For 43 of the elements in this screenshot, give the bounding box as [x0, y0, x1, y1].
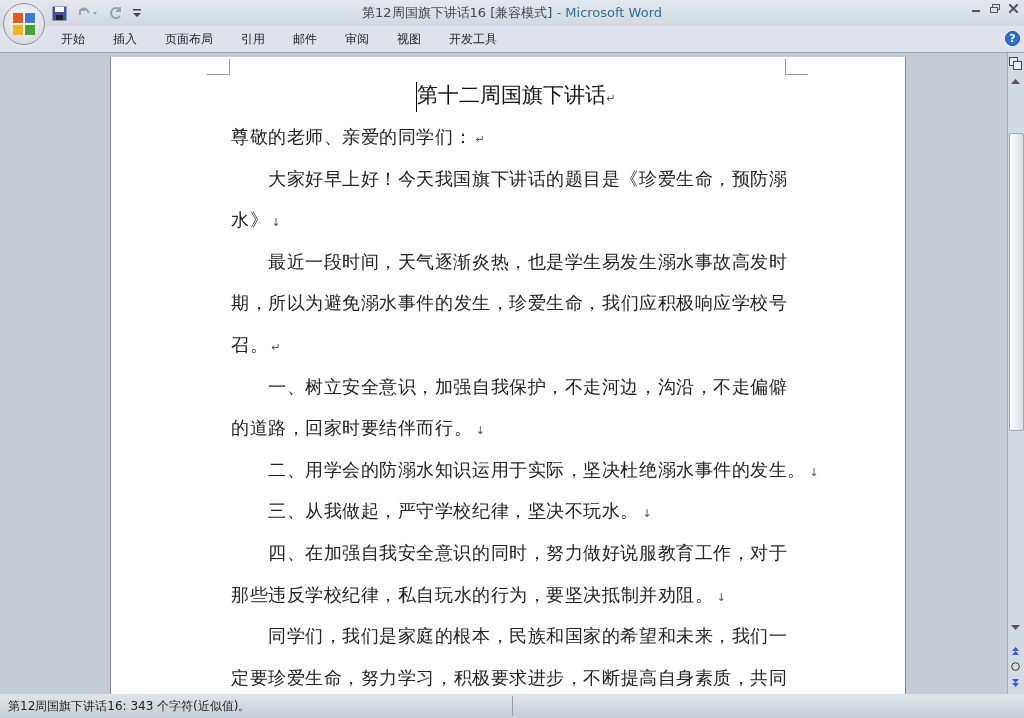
body-text-line: 一、树立安全意识，加强自我保护，不走河边，沟沿，不走偏僻 [267, 375, 788, 398]
body-text-line: 四、在加强自我安全意识的同时，努力做好说服教育工作，对于 [267, 541, 788, 564]
help-button[interactable]: ? [1005, 31, 1020, 46]
ribbon-tab[interactable]: 页面布局 [156, 27, 222, 51]
previous-page-icon[interactable] [1012, 647, 1019, 655]
save-icon[interactable] [52, 5, 67, 21]
status-text: 第12周国旗下讲话16: 343 个字符(近似值)。 [8, 699, 251, 713]
crop-mark [785, 59, 808, 75]
customize-toolbar-icon[interactable] [133, 9, 141, 17]
vertical-scrollbar[interactable] [1007, 53, 1024, 694]
body-text-line: 水》 ↓ [231, 209, 281, 231]
scrollbar-thumb[interactable] [1009, 133, 1024, 431]
body-text-line: 的道路，回家时要结伴而行。 ↓ [231, 417, 485, 439]
body-text-line: 那些违反学校纪律，私自玩水的行为，要坚决抵制并劝阻。 ↓ [231, 583, 727, 605]
scroll-up-icon[interactable] [1011, 79, 1020, 84]
body-text-line: 最近一段时间，天气逐渐炎热，也是学生易发生溺水事故高发时 [267, 250, 788, 273]
text-cursor [416, 82, 418, 112]
ribbon-tab[interactable]: 开发工具 [440, 27, 506, 51]
body-text-line: 三、从我做起，严守学校纪律，坚决不玩水。 ↓ [267, 500, 652, 524]
body-text-line: 尊敬的老师、亲爱的同学们： ↵ [231, 126, 485, 147]
ribbon-tab[interactable]: 审阅 [336, 27, 378, 51]
ribbon-tab[interactable]: 开始 [52, 27, 94, 51]
ribbon-tab[interactable]: 视图 [388, 27, 430, 51]
close-icon[interactable] [1009, 4, 1018, 13]
body-text-line: 召。 ↵ [231, 333, 281, 355]
window-title: 第12周国旗下讲话16 [兼容模式] - Microsoft Word [361, 5, 662, 20]
restore-icon[interactable] [990, 4, 1000, 13]
next-page-icon[interactable] [1012, 679, 1019, 687]
office-button[interactable] [3, 3, 45, 45]
ribbon-tab[interactable]: 插入 [104, 27, 146, 51]
body-text-line: 大家好早上好！今天我国旗下讲话的题目是《珍爱生命，预防溺 [267, 167, 788, 190]
browse-object-icon[interactable] [1011, 662, 1020, 671]
body-text-line: 期，所以为避免溺水事件的发生，珍爱生命，我们应积极响应学校号 [231, 292, 788, 314]
ruler-toggle-icon[interactable] [1009, 57, 1022, 70]
body-text-line: 定要珍爱生命，努力学习，积极要求进步，不断提高自身素质，共同 [231, 666, 788, 688]
office-logo-icon [12, 12, 36, 36]
document-title: 第十二周国旗下讲话↵ [417, 82, 616, 109]
body-text-line: 二、用学会的防溺水知识运用于实际，坚决杜绝溺水事件的发生。 ↓ [267, 458, 819, 482]
ribbon-tab[interactable]: 邮件 [284, 27, 326, 51]
crop-mark [207, 59, 230, 75]
ribbon-tab[interactable]: 引用 [232, 27, 274, 51]
scroll-down-icon[interactable] [1011, 625, 1020, 630]
body-text-line: 同学们，我们是家庭的根本，民族和国家的希望和未来，我们一 [267, 625, 788, 648]
